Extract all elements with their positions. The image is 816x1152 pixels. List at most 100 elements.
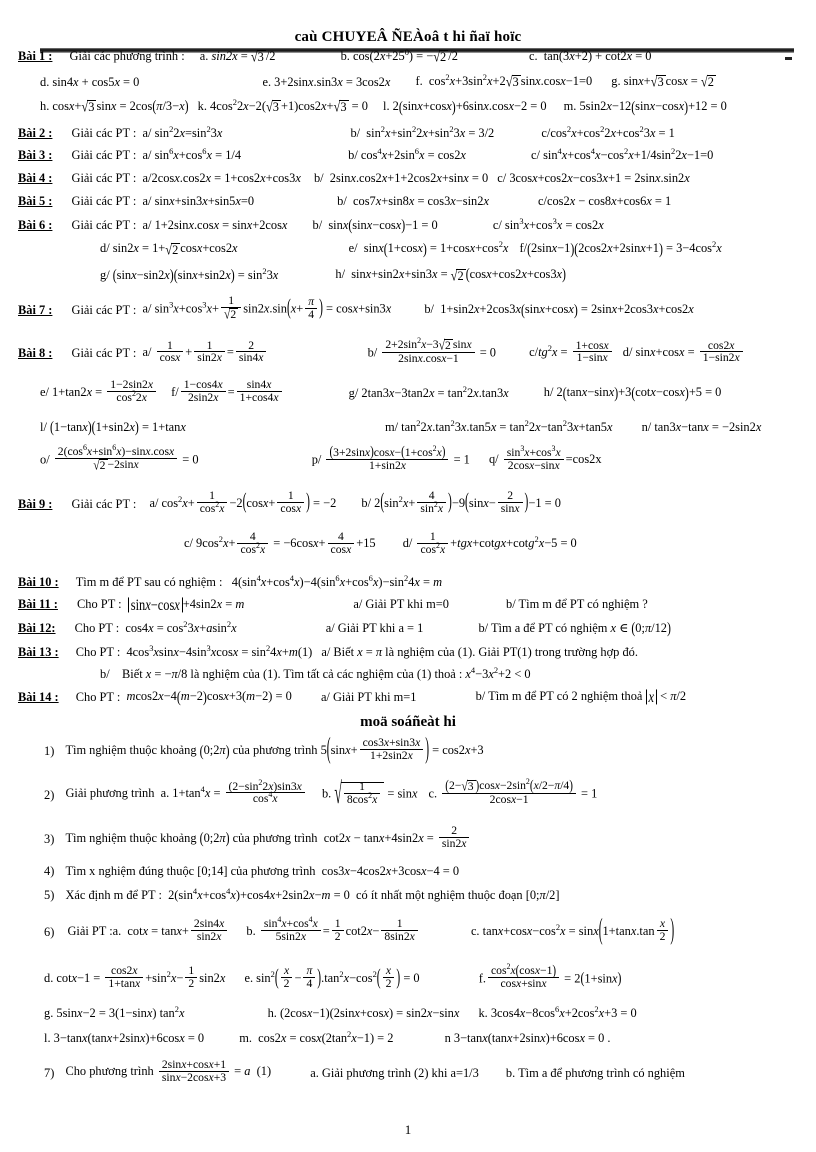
problem-row: 4) Tìm x nghiệm đúng thuộc [0;14] của ph…: [18, 864, 798, 878]
exercise-stem: Giải các PT :: [71, 171, 137, 186]
exercise-item: a/ Biết x = π là nghiệm của (1). Giải PT…: [321, 644, 638, 659]
exercise-item: p/ (3+2sinx)cosx−(1+cos2x) 1+sin2x = 1: [311, 443, 470, 472]
exercise-row: Bài 13 : Cho PT : 4cos3xsinx−4sin3xcosx …: [18, 642, 798, 659]
problem-text: Giải phương trình a. 1+tan4x = (2−sin22x…: [65, 778, 306, 807]
exercise-item: a/ cos2x+ 1 cos2x −2(cosx+ 1 cosx) = −2: [149, 488, 337, 515]
problem-row: l. 3−tanx(tanx+2sinx)+6cosx = 0 m. cos2x…: [18, 1028, 798, 1045]
problem-row: d. cotx−1 = cos2x 1+tanx +sin2x− 1 2 sin2x e.…: [18, 963, 798, 992]
problem-number: 3): [44, 831, 55, 846]
problem-text: m. cos2x = cosx(2tan2x−1) = 2: [239, 1028, 394, 1045]
problem-row: 1) Tìm nghiệm thuộc khoảng (0;2π) của ph…: [18, 734, 798, 766]
exercise-item: g/ (sinx−sin2x)(sinx+sin2x) = sin23x: [100, 265, 279, 284]
exercise-row: Bài 6 : Giải các PT : a/ 1+2sinx.cosx = …: [18, 216, 798, 235]
problem-text: c. tanx+cosx−cos2x = sinx(1+tanx.tan x 2): [470, 914, 675, 947]
exercise-row: Bài 9 : Giải các PT : a/ cos2x+ 1 cos2x −2(…: [18, 488, 798, 517]
exercise-item: b/ Tìm a để PT có nghiệm x ∈ (0;π/12): [478, 619, 671, 638]
exercise-label: Bài 13 :: [18, 644, 59, 659]
exercise-row: o/ 2(cos6x+sin6x)−sinx.cosx √2 −2sinx = 0 …: [18, 443, 798, 474]
exercise-item: f/(2sinx−1)(2cos2x+2sinx+1) = 3−4cos2x: [519, 239, 722, 258]
exercise-label: Bài 5 :: [18, 193, 53, 208]
exercise-item: d/ sin2x = 1+√2 cosx+cos2x: [100, 241, 238, 258]
exercise-stem: Giải các PT :: [71, 346, 137, 361]
exercise-item: g/ 2tan3x−3tan2x = tan22x.tan3x: [348, 383, 509, 400]
exercise-item: q/ sin3x+cos3x 2cosx−sinx =cos2x: [488, 443, 602, 472]
problem-text: g. 5sinx−2 = 3(1−sinx) tan2x: [44, 1003, 185, 1020]
exercise-row: b/ Biết x = −π/8 là nghiệm của (1). Tìm …: [18, 666, 798, 681]
exercise-row: h. cosx+√3 sinx = 2cos(π/3−x) k. 4cos22x−…: [18, 98, 798, 116]
problem-text: Giải PT :a. cotx = tanx+ 2sin4x sin2x: [67, 918, 229, 945]
exercise-item: c/cos2x+cos22x+cos23x = 1: [541, 123, 675, 140]
page-number: 1: [404, 1122, 412, 1137]
exercise-item: b/ sinx(sinx−cosx)−1 = 0: [312, 216, 438, 235]
problem-text: Cho phương trình 2sinx+cosx+1 sinx−2cosx+…: [65, 1057, 272, 1084]
problem-text: d. cotx−1 = cos2x 1+tanx +sin2x− 1 2 sin2x: [44, 964, 226, 990]
exercise-item: e. 3+2sinx.sin3x = 3cos2x: [262, 74, 391, 89]
exercise-item: m. 5sin2x−12(sinx−cosx)+12 = 0: [563, 98, 727, 116]
exercise-stem: Giải các PT :: [71, 125, 137, 140]
exercise-item: b/ 2sinx.cos2x+1+2cos2x+sinx = 0: [313, 171, 489, 186]
exercise-stem: Giải các phương trình :: [69, 49, 185, 64]
exercise-label: Bài 14 :: [18, 689, 59, 704]
problem-number: 6): [44, 925, 55, 940]
exercise-item: b/ 2+2sin2x−3√2 sinx 2sinx.cosx−1 = 0: [367, 336, 496, 365]
exercise-item: a/ sinx+sin3x+sin5x=0: [139, 193, 255, 208]
exercise-item: a/ sin22x=sin23x: [139, 123, 223, 140]
exercise-label: Bài 1 :: [18, 49, 53, 64]
problem-number: 2): [44, 787, 55, 802]
section-title: moä soáñeàt hi: [360, 713, 456, 730]
exercise-item: a. sin2x = √3/2: [199, 48, 276, 66]
exercise-label: Bài 6 :: [18, 218, 53, 233]
exercise-item: c/ 3cosx+cos2x−cos3x+1 = 2sinx.sin2x: [497, 171, 690, 186]
exercise-item: l. 2(sinx+cosx)+6sinx.cosx−2 = 0: [383, 98, 547, 116]
problem-text: Tìm nghiệm thuộc khoảng (0;2π) của phươn…: [65, 824, 471, 852]
exercise-row: d. sin4x + cos5x = 0 e. 3+2sinx.sin3x = …: [18, 72, 798, 90]
exercise-label: Bài 7 :: [18, 302, 53, 317]
exercise-label: Bài 10 :: [18, 575, 59, 590]
exercise-row: Bài 7 : Giải các PT : a/ sin3x+cos3x+ 1 √2…: [18, 295, 798, 323]
exercise-row: Bài 3 : Giải các PT : a/ sin6x+cos6x = 1…: [18, 145, 798, 163]
worksheet-page: caù CHUYEÂ ÑEÀoâ t hi ñaï hoïc Bài 1 : G…: [0, 29, 816, 1152]
exercise-label: Bài 2 :: [18, 125, 53, 140]
exercise-item: cos4x = cos23x+asin2x: [122, 619, 237, 636]
exercise-item: h/ sinx+sin2x+sin3x = √2 (cosx+cos2x+cos3…: [335, 265, 566, 284]
exercise-item: n/ tan3x−tanx = −2sin2x: [641, 420, 762, 435]
exercise-item: a/ Giải PT khi a = 1: [325, 621, 424, 636]
exercise-stem: Cho PT :: [75, 644, 121, 659]
exercise-row: Bài 11 : Cho PT : sinx−cosx +4sin2x = m a…: [18, 597, 798, 613]
problem-text: c. (2−√3)cosx−2sin2(x/2−π/4) 2cosx−1 = 1: [428, 777, 598, 806]
exercise-item: e/ 1+tan2x = 1−2sin2x cos22x: [40, 378, 158, 406]
problem-text: b. sin4x+cos4x 5sin2x = 1 2 cot2x− 1 8sin2x: [246, 916, 419, 945]
exercise-item: d/ 1 cos2x +tgx+cotgx+cotg2x−5 = 0: [402, 529, 577, 556]
exercise-row: c/ 9cos2x+ 4 cos2x = −6cosx+ 4 cosx +15 d/ 1c…: [18, 529, 798, 557]
exercise-row: Bài 12: Cho PT : cos4x = cos23x+asin2x a…: [18, 619, 798, 638]
exercise-item: d. sin4x + cos5x = 0: [40, 74, 140, 89]
exercise-item: b/ 2(sin2x+ 4 sin2x)−9(sinx− 2 sinx)−1 = 0: [361, 488, 561, 515]
problem-text: l. 3−tanx(tanx+2sinx)+6cosx = 0: [44, 1030, 205, 1045]
exercise-item: b/ cos7x+sin8x = cos3x−sin2x: [337, 193, 489, 208]
problem-number: 5): [44, 887, 55, 902]
page-title: caù CHUYEÂ ÑEÀoâ t hi ñaï hoïc: [294, 29, 522, 45]
exercise-item: a/ Giải PT khi m=1: [320, 689, 417, 704]
problem-number: 7): [44, 1065, 55, 1080]
exercise-row: Bài 4 : Giải các PT : a/2cosx.cos2x = 1+…: [18, 171, 798, 186]
exercise-row: e/ 1+tan2x = 1−2sin2x cos22x f/1−cos4x 2si…: [18, 378, 798, 406]
exercise-label: Bài 9 :: [18, 496, 53, 511]
problem-row: 5) Xác định m để PT : 2(sin4x+cos4x)+cos…: [18, 886, 798, 902]
exercise-stem: Giải các PT :: [71, 496, 137, 511]
exercise-item: a/ sin6x+cos6x = 1/4: [139, 145, 242, 163]
exercise-stem: Giải các PT :: [71, 218, 137, 233]
exercise-item: d/ sinx+cosx = cos2x 1−sin2x: [623, 339, 745, 366]
problem-text: Tìm nghiệm thuộc khoảng (0;2π) của phươn…: [65, 734, 484, 766]
problem-text: b. Tìm a để phương trình có nghiệm: [505, 1065, 685, 1080]
exercise-row: d/ sin2x = 1+√2 cosx+cos2x e/ sinx(1+cosx…: [18, 239, 798, 258]
problem-row: 2) Giải phương trình a. 1+tan4x = (2−sin…: [18, 777, 798, 808]
exercise-item: b/ 1+sin2x+2cos3x(sinx+cosx) = 2sinx+2co…: [424, 301, 694, 319]
exercise-item: a/ 1+2sinx.cosx = sinx+2cosx: [139, 218, 288, 233]
exercise-stem: Giải các PT :: [71, 193, 137, 208]
exercise-item: o/ 2(cos6x+sin6x)−sinx.cosx √2 −2sinx = 0: [40, 443, 199, 474]
exercise-item: a/ 1 cosx +1 sin2x = 2 sin4x: [139, 339, 268, 366]
problem-text: k. 3cos4x−8cos6x+2cos2x+3 = 0: [478, 1003, 637, 1020]
exercise-stem: Giải các PT :: [71, 302, 137, 317]
exercise-item: 4cos3xsinx−4sin3xcosx = sin24x+m(1): [123, 642, 313, 659]
exercise-item: c/cos2x − cos8x+cos6x = 1: [538, 193, 672, 208]
